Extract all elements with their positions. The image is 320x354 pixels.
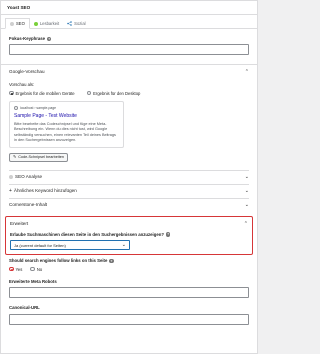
tab-label: Lesbarkeit — [39, 20, 60, 26]
tab-social[interactable]: Sozial — [63, 18, 89, 29]
canonical-label: Canonical-URL — [9, 305, 40, 311]
status-dot-icon — [9, 175, 13, 180]
tab-bar: SEO Lesbarkeit Sozial — [1, 15, 257, 29]
chevron-down-icon: ⌄ — [121, 242, 126, 249]
radio-follow-no-label: No — [36, 266, 43, 272]
readability-status-dot-icon — [33, 21, 38, 26]
help-icon[interactable]: ? — [47, 36, 52, 41]
help-icon[interactable]: ? — [166, 232, 171, 237]
search-visibility-label: Erlaube Suchmaschinen diesen Seite in de… — [10, 232, 248, 237]
seo-status-dot-icon — [10, 21, 14, 26]
radio-mobile[interactable] — [9, 90, 14, 96]
search-visibility-select[interactable]: Ja (current default for Seiten) ⌄ — [10, 240, 130, 251]
canonical-url-input[interactable] — [9, 313, 249, 325]
chevron-up-icon: ⌃ — [244, 69, 249, 76]
section-related-keyword[interactable]: + Ähnliches Keyword hinzufügen ⌄ — [9, 183, 249, 198]
meta-robots-label: Erweiterte Meta Robots — [9, 278, 57, 284]
preview-desktop-option[interactable]: Ergebnis für den Desktop — [86, 90, 141, 96]
follow-links-label: Should search engines follow links on th… — [9, 258, 249, 263]
radio-mobile-label: Ergebnis für die mobilen Geräte — [15, 90, 75, 96]
section-related-keyword-title: Ähnliches Keyword hinzufügen — [13, 188, 77, 194]
radio-follow-yes-label: Yes — [15, 266, 23, 272]
help-icon[interactable]: ? — [109, 258, 114, 263]
serp-title[interactable]: Sample Page - Test Website — [14, 113, 119, 119]
serp-description: Bitte bearbeite das Codeschnipsel und fü… — [14, 122, 116, 142]
tab-label: SEO — [16, 20, 25, 26]
focus-keyphrase-text: Fokus-Keyphrase — [9, 36, 46, 41]
edit-snippet-label: Code-Schnipsel bearbeiten — [18, 154, 64, 159]
preview-as-label: Vorschau als: — [9, 82, 35, 88]
tab-seo[interactable]: SEO — [5, 18, 30, 29]
preview-mobile-option[interactable]: Ergebnis für die mobilen Geräte — [9, 91, 75, 96]
focus-keyphrase-input[interactable] — [9, 44, 249, 56]
follow-yes-option[interactable]: Yes — [9, 267, 22, 272]
section-cornerstone[interactable]: Cornerstone-Inhalt ⌄ — [9, 197, 249, 212]
serp-breadcrumb: localhost › sample-page — [14, 106, 119, 110]
radio-follow-yes[interactable] — [9, 266, 14, 272]
section-cornerstone-title: Cornerstone-Inhalt — [9, 202, 48, 208]
google-preview-title: Google-Vorschau — [9, 69, 45, 75]
radio-follow-no[interactable] — [30, 266, 35, 272]
follow-no-option[interactable]: No — [30, 267, 42, 272]
radio-desktop[interactable] — [86, 90, 92, 96]
search-visibility-value: Ja (current default for Seiten) — [14, 242, 66, 248]
share-icon — [67, 21, 72, 26]
follow-links-question: Should search engines follow links on th… — [9, 258, 108, 264]
section-seo-analysis-title: SEO Analyse — [15, 174, 43, 180]
follow-links-radios: Yes No — [9, 267, 249, 272]
tab-label: Sozial — [74, 20, 86, 26]
chevron-down-icon: ⌄ — [244, 188, 249, 195]
chevron-down-icon: ⌄ — [244, 202, 249, 209]
chevron-up-icon: ⌃ — [243, 220, 248, 227]
edit-snippet-button[interactable]: ✎ Code-Schnipsel bearbeiten — [9, 152, 68, 162]
globe-icon — [14, 105, 18, 110]
serp-preview-card: localhost › sample-page Sample Page - Te… — [9, 100, 124, 148]
serp-breadcrumb-text: localhost › sample-page — [20, 105, 56, 110]
radio-desktop-label: Ergebnis für den Desktop — [93, 90, 141, 96]
focus-keyphrase-label: Fokus-Keyphrase ? — [9, 36, 249, 41]
preview-mode-radios: Ergebnis für die mobilen Geräte Ergebnis… — [9, 91, 249, 96]
advanced-title: Erweitert — [10, 220, 29, 226]
chevron-down-icon: ⌄ — [244, 174, 249, 181]
pencil-icon: ✎ — [13, 154, 17, 159]
meta-robots-input[interactable] — [9, 287, 249, 299]
metabox-title: Yoast SEO — [1, 1, 257, 15]
advanced-section: Erweitert ⌃ Erlaube Suchmaschinen diesen… — [5, 215, 253, 256]
section-seo-analysis[interactable]: SEO Analyse ⌄ — [9, 169, 249, 184]
plus-icon: + — [9, 188, 12, 195]
tab-readability[interactable]: Lesbarkeit — [30, 18, 63, 29]
yoast-seo-metabox: Yoast SEO SEO Lesbarkeit Sozial Fokus-Ke… — [0, 0, 258, 354]
search-visibility-question: Erlaube Suchmaschinen diesen Seite in de… — [10, 231, 165, 237]
advanced-header[interactable]: Erweitert ⌃ — [10, 217, 248, 231]
google-preview-header[interactable]: Google-Vorschau ⌃ — [9, 65, 249, 79]
